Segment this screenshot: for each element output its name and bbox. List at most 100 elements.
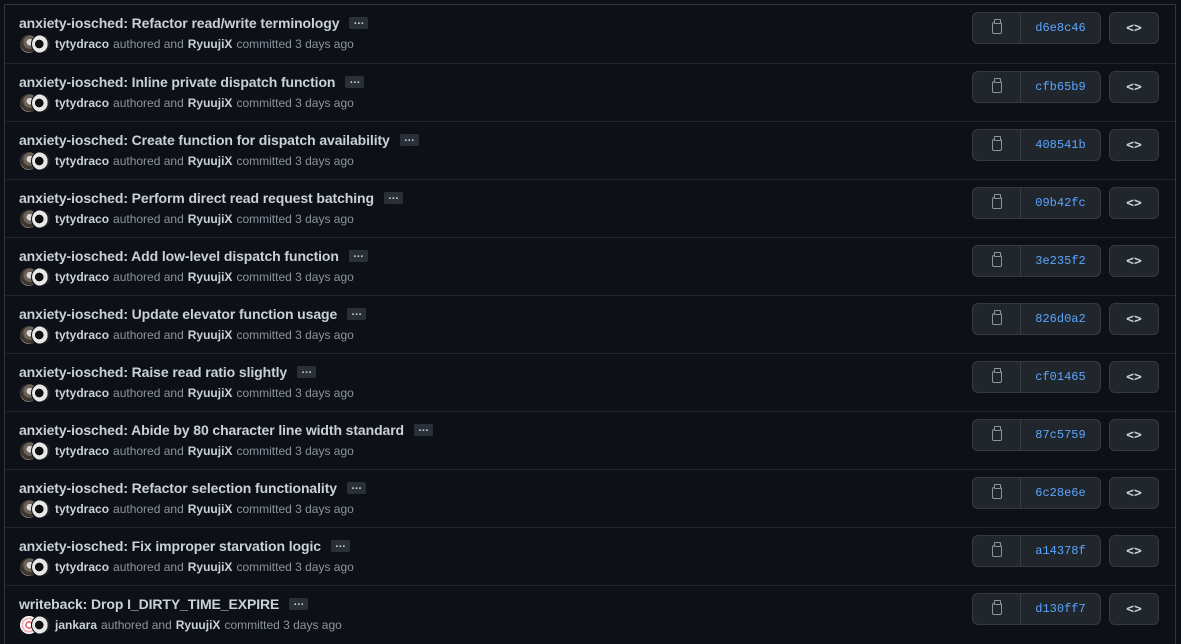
commit-message-link[interactable]: anxiety-iosched: Inline private dispatch… (19, 74, 335, 90)
commit-sha-link[interactable]: 826d0a2 (1021, 303, 1101, 335)
copy-sha-button[interactable] (972, 187, 1021, 219)
expand-message-button[interactable]: … (330, 539, 350, 552)
commit-title-line: anxiety-iosched: Perform direct read req… (19, 189, 403, 207)
expand-message-button[interactable]: … (289, 597, 309, 610)
commit-sha-link[interactable]: cf01465 (1021, 361, 1101, 393)
commit-meta: jankara authored and RyuujiX committed 3… (19, 615, 346, 635)
expand-message-button[interactable]: … (399, 133, 419, 146)
committer-link[interactable]: RyuujiX (188, 560, 233, 574)
commit-sha-link[interactable]: cfb65b9 (1021, 71, 1101, 103)
commit-actions: d130ff7 <> (972, 593, 1159, 625)
browse-repo-button[interactable]: <> (1109, 71, 1159, 103)
commit-sha-link[interactable]: a14378f (1021, 535, 1101, 567)
commit-message-link[interactable]: anxiety-iosched: Perform direct read req… (19, 190, 374, 206)
copy-sha-button[interactable] (972, 129, 1021, 161)
authored-text: authored and (113, 328, 184, 342)
committer-avatar[interactable] (31, 34, 51, 54)
expand-message-button[interactable]: … (347, 307, 367, 320)
committer-avatar[interactable] (31, 267, 51, 287)
browse-repo-button[interactable]: <> (1109, 12, 1159, 44)
copy-sha-button[interactable] (972, 361, 1021, 393)
committer-link[interactable]: RyuujiX (188, 37, 233, 51)
copy-sha-button[interactable] (972, 477, 1021, 509)
copy-sha-button[interactable] (972, 535, 1021, 567)
expand-message-button[interactable]: … (348, 249, 368, 262)
committer-avatar[interactable] (31, 615, 51, 635)
commit-sha-link[interactable]: 09b42fc (1021, 187, 1101, 219)
author-link[interactable]: tytydraco (55, 386, 109, 400)
committer-link[interactable]: RyuujiX (188, 386, 233, 400)
copy-sha-button[interactable] (972, 303, 1021, 335)
committer-link[interactable]: RyuujiX (188, 212, 233, 226)
committed-time: committed 3 days ago (236, 328, 354, 342)
code-icon: <> (1126, 79, 1142, 95)
commit-list: anxiety-iosched: Refactor read/write ter… (4, 4, 1176, 644)
committer-avatar[interactable] (31, 383, 51, 403)
author-link[interactable]: tytydraco (55, 37, 109, 51)
copy-sha-button[interactable] (972, 71, 1021, 103)
expand-message-button[interactable]: … (414, 423, 434, 436)
author-link[interactable]: tytydraco (55, 96, 109, 110)
browse-repo-button[interactable]: <> (1109, 419, 1159, 451)
copy-sha-button[interactable] (972, 593, 1021, 625)
browse-repo-button[interactable]: <> (1109, 245, 1159, 277)
author-link[interactable]: tytydraco (55, 212, 109, 226)
commit-message-link[interactable]: anxiety-iosched: Refactor selection func… (19, 480, 337, 496)
copy-sha-button[interactable] (972, 12, 1021, 44)
browse-repo-button[interactable]: <> (1109, 303, 1159, 335)
committer-link[interactable]: RyuujiX (188, 154, 233, 168)
committed-time: committed 3 days ago (236, 560, 354, 574)
expand-message-button[interactable]: … (345, 75, 365, 88)
copy-sha-button[interactable] (972, 419, 1021, 451)
commit-message-link[interactable]: anxiety-iosched: Add low-level dispatch … (19, 248, 339, 264)
browse-repo-button[interactable]: <> (1109, 129, 1159, 161)
commit-message-link[interactable]: anxiety-iosched: Fix improper starvation… (19, 538, 321, 554)
committer-avatar[interactable] (31, 557, 51, 577)
expand-message-button[interactable]: … (297, 365, 317, 378)
commit-meta: tytydraco authored and RyuujiX committed… (19, 441, 358, 461)
commit-message-link[interactable]: anxiety-iosched: Create function for dis… (19, 132, 390, 148)
committer-link[interactable]: RyuujiX (188, 444, 233, 458)
commit-sha-link[interactable]: 408541b (1021, 129, 1101, 161)
avatar-stack (19, 383, 51, 403)
author-link[interactable]: tytydraco (55, 560, 109, 574)
committer-avatar[interactable] (31, 325, 51, 345)
expand-message-button[interactable]: … (349, 16, 369, 29)
browse-repo-button[interactable]: <> (1109, 187, 1159, 219)
commit-sha-link[interactable]: 87c5759 (1021, 419, 1101, 451)
author-link[interactable]: jankara (55, 618, 97, 632)
committer-link[interactable]: RyuujiX (188, 328, 233, 342)
author-link[interactable]: tytydraco (55, 154, 109, 168)
commit-sha-link[interactable]: 6c28e6e (1021, 477, 1101, 509)
author-link[interactable]: tytydraco (55, 328, 109, 342)
committer-link[interactable]: RyuujiX (188, 270, 233, 284)
commit-meta: tytydraco authored and RyuujiX committed… (19, 499, 358, 519)
commit-message-link[interactable]: anxiety-iosched: Update elevator functio… (19, 306, 337, 322)
commit-message-link[interactable]: anxiety-iosched: Abide by 80 character l… (19, 422, 404, 438)
committer-link[interactable]: RyuujiX (176, 618, 221, 632)
browse-repo-button[interactable]: <> (1109, 361, 1159, 393)
commit-sha-link[interactable]: d6e8c46 (1021, 12, 1101, 44)
browse-repo-button[interactable]: <> (1109, 477, 1159, 509)
browse-repo-button[interactable]: <> (1109, 593, 1159, 625)
browse-repo-button[interactable]: <> (1109, 535, 1159, 567)
commit-message-link[interactable]: writeback: Drop I_DIRTY_TIME_EXPIRE (19, 596, 279, 612)
authored-text: authored and (113, 37, 184, 51)
commit-message-link[interactable]: anxiety-iosched: Refactor read/write ter… (19, 15, 340, 31)
commit-message-link[interactable]: anxiety-iosched: Raise read ratio slight… (19, 364, 287, 380)
committer-link[interactable]: RyuujiX (188, 96, 233, 110)
committer-avatar[interactable] (31, 93, 51, 113)
author-link[interactable]: tytydraco (55, 502, 109, 516)
committer-link[interactable]: RyuujiX (188, 502, 233, 516)
committer-avatar[interactable] (31, 151, 51, 171)
committer-avatar[interactable] (31, 209, 51, 229)
author-link[interactable]: tytydraco (55, 270, 109, 284)
expand-message-button[interactable]: … (383, 191, 403, 204)
committer-avatar[interactable] (31, 441, 51, 461)
commit-sha-link[interactable]: 3e235f2 (1021, 245, 1101, 277)
author-link[interactable]: tytydraco (55, 444, 109, 458)
committer-avatar[interactable] (31, 499, 51, 519)
commit-sha-link[interactable]: d130ff7 (1021, 593, 1101, 625)
copy-sha-button[interactable] (972, 245, 1021, 277)
expand-message-button[interactable]: … (346, 481, 366, 494)
